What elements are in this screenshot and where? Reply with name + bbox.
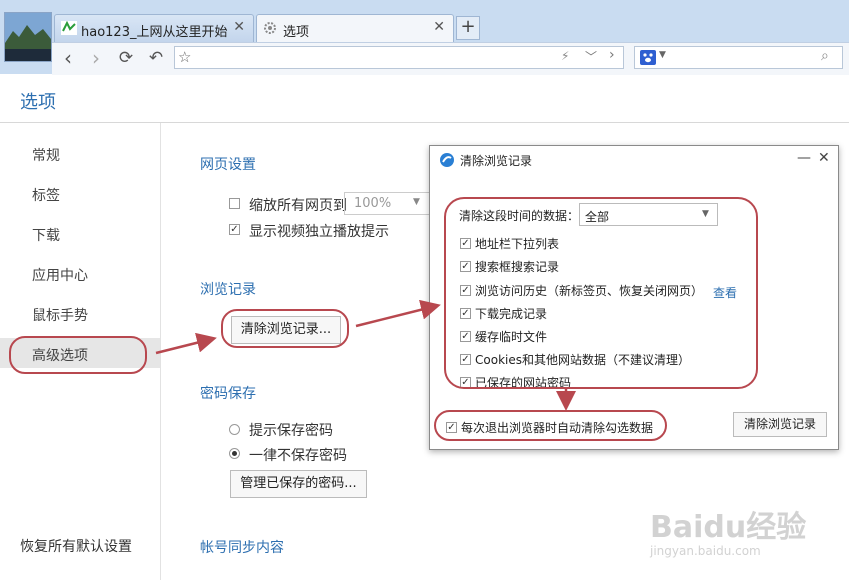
arrow-to-dialog: [355, 299, 441, 328]
baidu-watermark: Baidu经验: [650, 510, 807, 545]
baidu-watermark-url: jingyan.baidu.com: [650, 544, 761, 558]
annotation-arrows: [155, 299, 576, 411]
arrow-to-clear-button: [155, 332, 217, 355]
